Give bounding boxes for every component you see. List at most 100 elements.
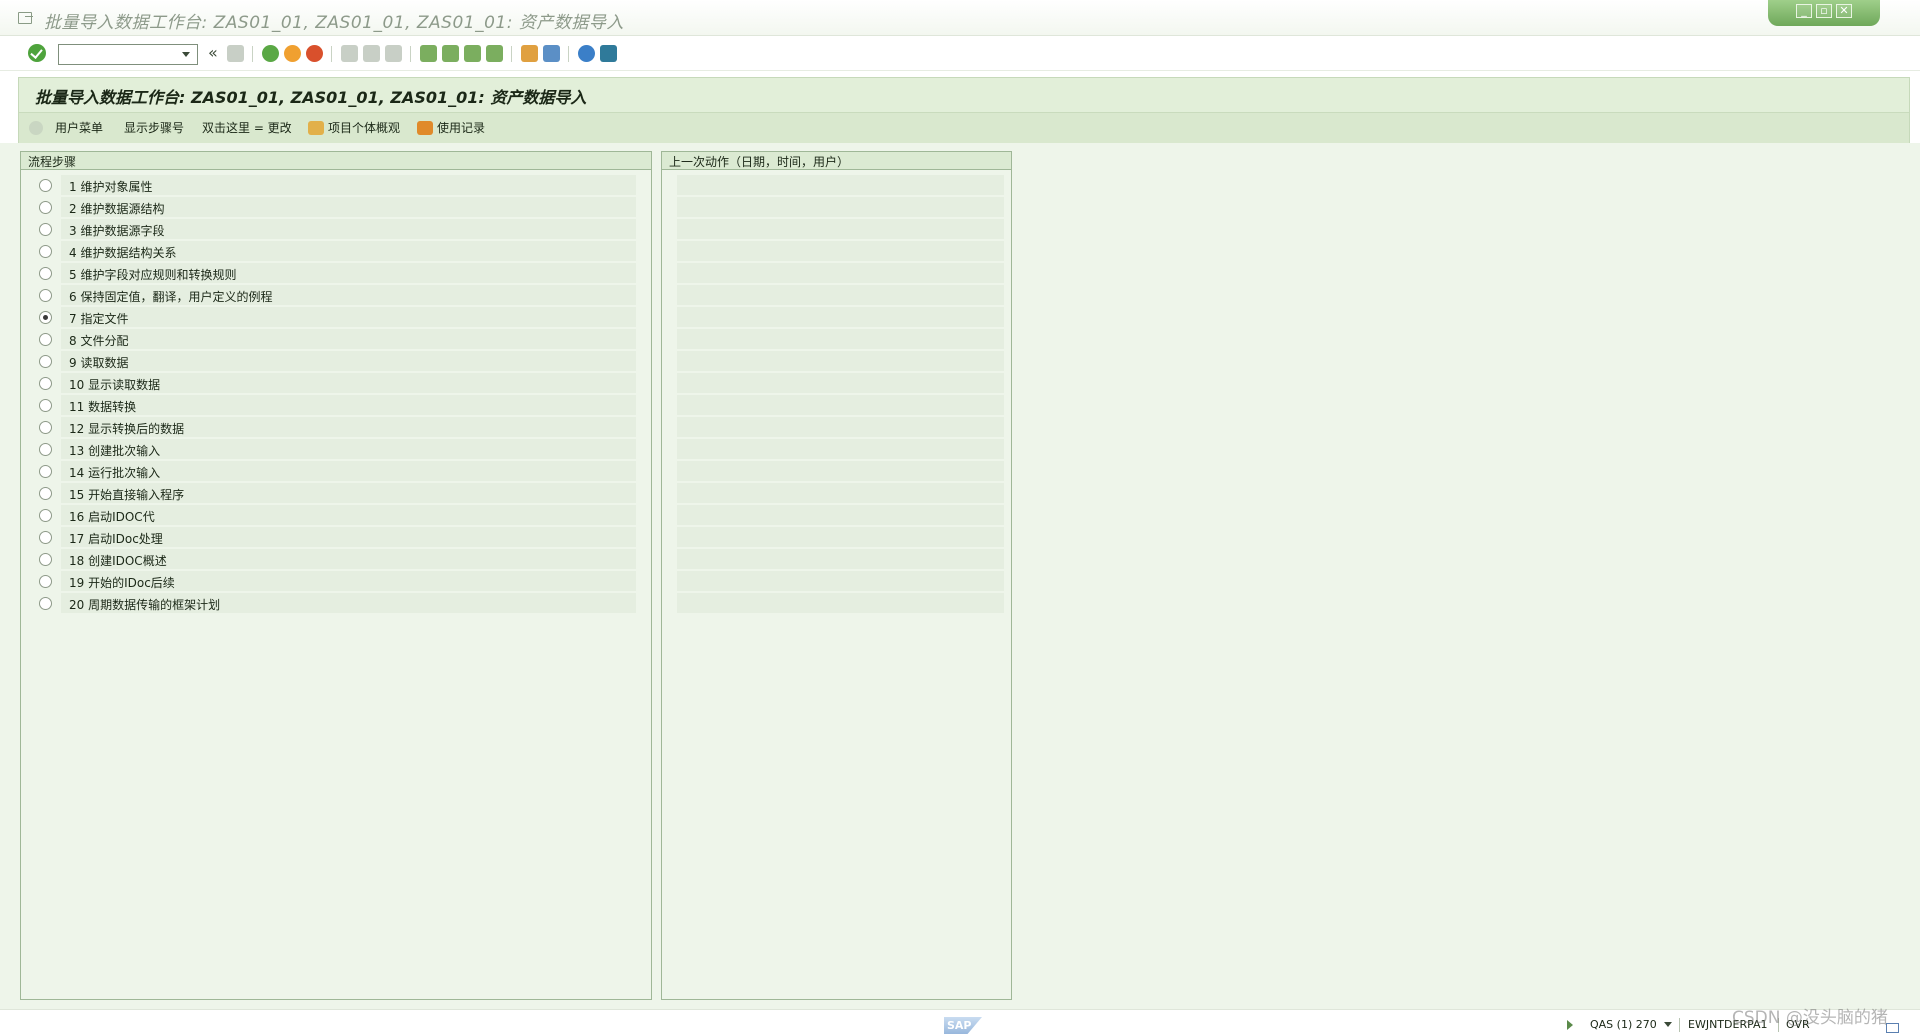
step-row[interactable]: 16 启动IDOC代: [21, 504, 651, 526]
exit-icon[interactable]: [284, 45, 301, 62]
last-action-row[interactable]: [662, 548, 1011, 570]
last-action-row[interactable]: [662, 174, 1011, 196]
step-row[interactable]: 5 维护字段对应规则和转换规则: [21, 262, 651, 284]
step-row[interactable]: 2 维护数据源结构: [21, 196, 651, 218]
last-action-row[interactable]: [662, 240, 1011, 262]
step-radio[interactable]: [39, 311, 52, 324]
step-row[interactable]: 13 创建批次输入: [21, 438, 651, 460]
step-radio[interactable]: [39, 443, 52, 456]
minimize-button[interactable]: _: [1796, 4, 1812, 18]
collapse-command-icon[interactable]: «: [208, 43, 218, 62]
last-action-row[interactable]: [662, 262, 1011, 284]
last-action-row[interactable]: [662, 328, 1011, 350]
step-row[interactable]: 6 保持固定值，翻译，用户定义的例程: [21, 284, 651, 306]
last-action-row[interactable]: [662, 306, 1011, 328]
step-row[interactable]: 17 启动IDoc处理: [21, 526, 651, 548]
show-step-number-button[interactable]: 显示步骤号: [124, 119, 184, 136]
step-radio[interactable]: [39, 487, 52, 500]
step-radio[interactable]: [39, 377, 52, 390]
step-radio[interactable]: [39, 597, 52, 610]
step-row[interactable]: 4 维护数据结构关系: [21, 240, 651, 262]
last-action-row[interactable]: [662, 218, 1011, 240]
close-button[interactable]: ✕: [1836, 4, 1852, 18]
step-radio[interactable]: [39, 179, 52, 192]
window-menu-icon[interactable]: [18, 12, 33, 24]
last-action-row[interactable]: [662, 438, 1011, 460]
last-action-row[interactable]: [662, 460, 1011, 482]
last-action-row[interactable]: [662, 526, 1011, 548]
step-row[interactable]: 18 创建IDOC概述: [21, 548, 651, 570]
last-action-row[interactable]: [662, 372, 1011, 394]
step-row-background: [61, 395, 636, 415]
step-row[interactable]: 19 开始的IDoc后续: [21, 570, 651, 592]
find-icon[interactable]: [363, 45, 380, 62]
step-row[interactable]: 20 周期数据传输的框架计划: [21, 592, 651, 614]
last-action-row[interactable]: [662, 482, 1011, 504]
step-row[interactable]: 9 读取数据: [21, 350, 651, 372]
last-action-row[interactable]: [662, 350, 1011, 372]
help-icon[interactable]: [578, 45, 595, 62]
enter-check-icon[interactable]: [28, 44, 46, 62]
customize-layout-icon[interactable]: [600, 45, 617, 62]
step-radio[interactable]: [39, 553, 52, 566]
status-expand-icon[interactable]: [1567, 1020, 1573, 1030]
step-radio[interactable]: [39, 289, 52, 302]
system-info[interactable]: QAS (1) 270: [1590, 1018, 1657, 1031]
project-overview-button[interactable]: 项目个体概观: [308, 119, 400, 136]
step-row[interactable]: 8 文件分配: [21, 328, 651, 350]
step-radio[interactable]: [39, 421, 52, 434]
save-icon[interactable]: [227, 45, 244, 62]
step-radio[interactable]: [39, 399, 52, 412]
command-field[interactable]: [58, 44, 198, 65]
last-action-row-background: [677, 241, 1004, 261]
step-row[interactable]: 14 运行批次输入: [21, 460, 651, 482]
new-session-icon[interactable]: [521, 45, 538, 62]
step-row[interactable]: 12 显示转换后的数据: [21, 416, 651, 438]
step-label: 16 启动IDOC代: [69, 510, 155, 524]
last-action-row[interactable]: [662, 394, 1011, 416]
step-radio[interactable]: [39, 267, 52, 280]
step-radio[interactable]: [39, 223, 52, 236]
project-overview-label: 项目个体概观: [328, 121, 401, 135]
usage-log-button[interactable]: 使用记录: [417, 119, 485, 136]
last-action-row[interactable]: [662, 504, 1011, 526]
last-action-row-background: [677, 285, 1004, 305]
step-row[interactable]: 3 维护数据源字段: [21, 218, 651, 240]
step-radio[interactable]: [39, 245, 52, 258]
last-action-row[interactable]: [662, 284, 1011, 306]
chevron-down-icon[interactable]: [182, 52, 190, 57]
print-icon[interactable]: [341, 45, 358, 62]
step-radio[interactable]: [39, 509, 52, 522]
step-radio[interactable]: [39, 575, 52, 588]
first-page-icon[interactable]: [420, 45, 437, 62]
back-icon[interactable]: [262, 45, 279, 62]
double-click-change-button[interactable]: 双击这里 = 更改: [202, 119, 292, 136]
step-radio[interactable]: [39, 333, 52, 346]
step-row[interactable]: 1 维护对象属性: [21, 174, 651, 196]
step-row[interactable]: 11 数据转换: [21, 394, 651, 416]
step-radio[interactable]: [39, 355, 52, 368]
step-radio[interactable]: [39, 465, 52, 478]
step-row[interactable]: 15 开始直接输入程序: [21, 482, 651, 504]
layout-icon[interactable]: [1886, 1023, 1899, 1033]
cancel-icon[interactable]: [306, 45, 323, 62]
step-row[interactable]: 7 指定文件: [21, 306, 651, 328]
previous-page-icon[interactable]: [442, 45, 459, 62]
last-action-row[interactable]: [662, 570, 1011, 592]
next-page-icon[interactable]: [464, 45, 481, 62]
last-action-row-background: [677, 527, 1004, 547]
last-action-row[interactable]: [662, 592, 1011, 614]
shortcut-icon[interactable]: [543, 45, 560, 62]
step-label: 5 维护字段对应规则和转换规则: [69, 268, 237, 282]
step-row[interactable]: 10 显示读取数据: [21, 372, 651, 394]
find-next-icon[interactable]: [385, 45, 402, 62]
step-radio[interactable]: [39, 531, 52, 544]
last-page-icon[interactable]: [486, 45, 503, 62]
last-action-row[interactable]: [662, 196, 1011, 218]
last-action-row-background: [677, 329, 1004, 349]
chevron-down-icon[interactable]: [1664, 1022, 1672, 1027]
step-radio[interactable]: [39, 201, 52, 214]
user-menu-button[interactable]: 用户菜单: [29, 119, 103, 136]
last-action-row[interactable]: [662, 416, 1011, 438]
restore-button[interactable]: ▫: [1816, 4, 1832, 18]
